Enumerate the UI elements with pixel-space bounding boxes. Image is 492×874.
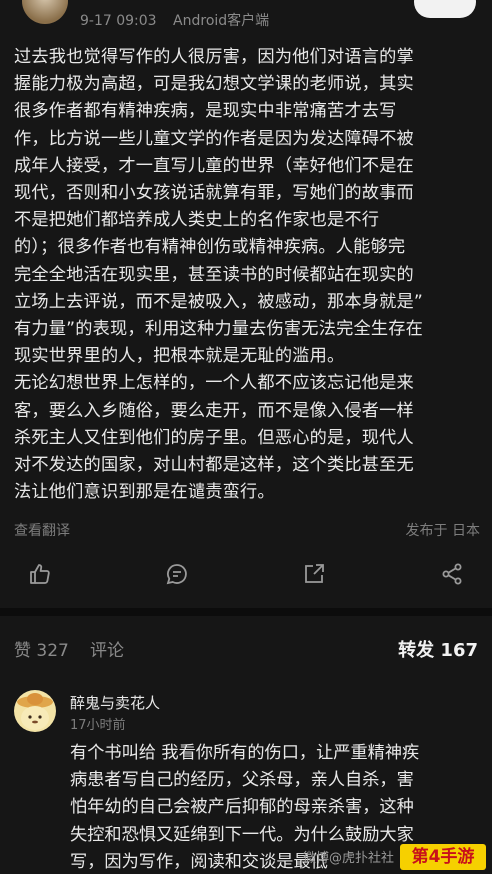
action-bar: [0, 558, 492, 592]
post-line: 现实世界里的人，把根本就是无耻的滥用。: [14, 346, 345, 367]
post-line: 成年人接受，才一直写儿童的世界（幸好他们不是在: [14, 155, 414, 176]
post-line: 客，要么入乡随俗，要么走开，而不是像入侵者一样: [14, 400, 414, 421]
post-date: 9-17 09:03: [80, 13, 157, 29]
post-line: 很多作者都有精神疾病，是现实中非常痛苦才去写: [14, 101, 397, 122]
comment-line: 怕年幼的自己会被产后抑郁的母亲杀害，这种: [70, 797, 414, 818]
commenter-avatar[interactable]: [14, 690, 56, 732]
post-location: 发布于 日本: [405, 523, 480, 539]
share-icon[interactable]: [302, 562, 328, 588]
comment-line: 病患者写自己的经历，父杀母，亲人自杀，害: [70, 770, 414, 791]
post-line: 法让他们意识到那是在谴责蛮行。: [14, 482, 275, 503]
post-detail-page: 9-17 09:03 Android客户端 过去我也觉得写作的人很厉害，因为他们…: [0, 0, 492, 874]
post-line: 握能力极为高超，可是我幻想文学课的老师说，其实: [14, 74, 414, 95]
tab-reposts[interactable]: 转发 167: [398, 636, 478, 662]
interaction-tabs: 赞 327 评论 转发 167: [0, 628, 492, 668]
watermark-logo: 第4手游: [400, 844, 486, 870]
tab-comments[interactable]: 评论: [90, 636, 124, 661]
post-line: 不是把她们都培养成人类史上的名作家也是不行: [14, 210, 380, 231]
watermark-text: 微博@虎扑社社: [302, 851, 394, 866]
more-share-icon[interactable]: [440, 562, 466, 588]
tab-likes[interactable]: 赞 327: [14, 636, 69, 661]
post-line: 完全全地活在现实里，甚至读书的时候都站在现实的: [14, 264, 414, 285]
post-line: 现代，否则和小女孩说话就算有罪，写她们的故事而: [14, 183, 414, 204]
post-body: 过去我也觉得写作的人很厉害，因为他们对语言的掌 握能力极为高超，可是我幻想文学课…: [14, 44, 480, 506]
post-meta: 9-17 09:03 Android客户端: [80, 10, 281, 30]
post-meta-row: 9-17 09:03 Android客户端: [0, 0, 492, 40]
thumbs-up-icon[interactable]: [28, 562, 54, 588]
comment-line: 有个书叫给 我看你所有的伤口，让严重精神疾: [70, 743, 420, 763]
post-line: 立场上去评说，而不是被吸入，被感动，那本身就是”: [14, 291, 424, 312]
post-line: 杀死主人又住到他们的房子里。但恶心的是，现代人: [14, 427, 414, 448]
comment-icon[interactable]: [165, 562, 191, 588]
post-client: Android客户端: [173, 13, 270, 29]
post-line: 对不发达的国家，对山村都是这样，这个类比甚至无: [14, 455, 414, 476]
post-line: 作，比方说一些儿童文学的作者是因为发达障碍不被: [14, 128, 414, 149]
comment-time: 17小时前: [70, 718, 126, 733]
translate-row: 查看翻译 发布于 日本: [14, 520, 480, 542]
post-line: 的）；很多作者也有精神创伤或精神疾病。人能够完: [14, 237, 406, 258]
post-line: 有力量”的表现，利用这种力量去伤害无法完全生存在: [14, 319, 424, 340]
post-line: 无论幻想世界上怎样的，一个人都不应该忘记他是来: [14, 373, 414, 394]
author-avatar[interactable]: [22, 0, 68, 24]
commenter-name[interactable]: 醉鬼与卖花人: [70, 692, 160, 713]
section-divider: [0, 608, 492, 616]
post-line: 过去我也觉得写作的人很厉害，因为他们对语言的掌: [14, 47, 414, 67]
translate-link[interactable]: 查看翻译: [14, 523, 70, 539]
follow-button[interactable]: [414, 0, 476, 18]
